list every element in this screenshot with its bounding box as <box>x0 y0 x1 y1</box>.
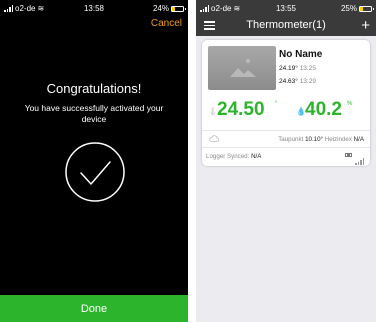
max-value: 24.63° <box>279 78 298 85</box>
temperature-value: 24.50 <box>217 99 265 120</box>
dewpoint-value: 10.10° <box>305 136 324 143</box>
image-icon <box>230 58 256 77</box>
device-image-placeholder <box>208 46 276 90</box>
dewpoint-label: Taupunkt <box>278 136 304 143</box>
battery-percent: 24% <box>152 4 169 13</box>
battery-icon <box>171 5 186 12</box>
max-reading: 24.63° 13:29 <box>279 78 316 85</box>
humidity-unit: % <box>347 101 353 107</box>
min-time: 13:25 <box>299 65 316 72</box>
min-value: 24.19° <box>279 65 298 72</box>
battery-status: 24% <box>152 4 186 13</box>
status-bar: o2-de ≋ 13:55 25% <box>196 0 376 16</box>
heat-index-label: Heizindex <box>324 136 352 143</box>
battery-status: 25% <box>340 4 374 13</box>
divider <box>202 147 370 148</box>
plus-icon[interactable]: + <box>361 16 370 36</box>
logger-label: Logger Synced: <box>206 153 250 160</box>
temperature-unit: ° <box>275 101 278 107</box>
battery-percent: 25% <box>340 4 357 13</box>
humidity-value: 40.2 <box>305 99 342 120</box>
status-bar: o2-de ≋ 13:58 24% <box>0 0 188 16</box>
cancel-button[interactable]: Cancel <box>151 18 182 29</box>
divider <box>202 130 370 131</box>
checkmark-circle-icon <box>65 142 125 202</box>
nav-bar: Thermometer(1) + <box>196 16 376 36</box>
heat-index-value: N/A <box>353 136 364 143</box>
cloud-icon <box>209 135 219 142</box>
device-card[interactable]: No Name 24.19° 13:25 24.63° 13:29 🌡 24.5… <box>202 40 370 166</box>
battery-icon <box>359 5 374 12</box>
logger-status: Logger Synced: N/A <box>206 153 261 160</box>
done-button[interactable]: Done <box>0 295 188 322</box>
activation-message: You have successfully activated your dev… <box>24 103 164 124</box>
congratulations-heading: Congratulations! <box>46 81 142 96</box>
logger-value: N/A <box>251 153 262 160</box>
device-name: No Name <box>279 49 323 60</box>
activation-screen: o2-de ≋ 13:58 24% Cancel Congratulations… <box>0 0 188 322</box>
device-signal-icon <box>355 152 364 170</box>
dewpoint-heatindex: Taupunkt 10.10° Heizindex N/A <box>278 136 364 143</box>
device-battery-icon <box>345 153 352 157</box>
thermometer-list-screen: o2-de ≋ 13:55 25% Thermometer(1) + No Na… <box>196 0 376 322</box>
page-title: Thermometer(1) <box>246 19 326 31</box>
max-time: 13:29 <box>299 78 316 85</box>
min-reading: 24.19° 13:25 <box>279 65 316 72</box>
